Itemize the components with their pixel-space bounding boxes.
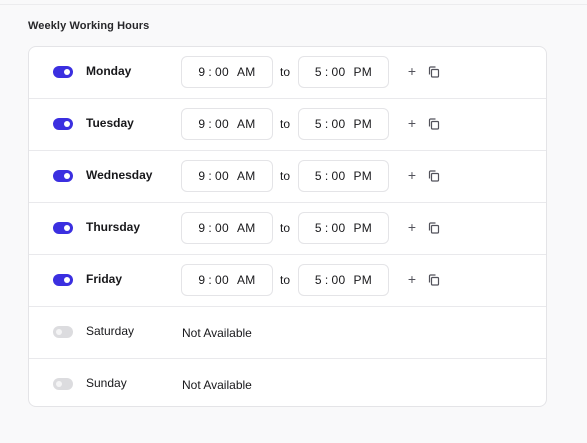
to-label: to xyxy=(280,117,291,131)
time-separator: : xyxy=(324,273,329,287)
end-hour[interactable]: 5 xyxy=(315,65,322,79)
start-minute[interactable]: 00 xyxy=(215,273,229,287)
end-time-input[interactable]: 5:00 PM xyxy=(298,264,389,296)
end-minute[interactable]: 00 xyxy=(332,117,346,131)
end-hour[interactable]: 5 xyxy=(315,117,322,131)
start-time-input[interactable]: 9:00 AM xyxy=(181,56,273,88)
to-label: to xyxy=(280,169,291,183)
toggle-knob xyxy=(64,225,70,231)
end-hour[interactable]: 5 xyxy=(315,169,322,183)
end-minute[interactable]: 00 xyxy=(332,169,346,183)
start-ampm[interactable]: AM xyxy=(237,169,256,183)
end-time-input[interactable]: 5:00 PM xyxy=(298,212,389,244)
day-label: Monday xyxy=(86,64,132,78)
start-time-input[interactable]: 9:00 AM xyxy=(181,264,273,296)
not-available-label: Not Available xyxy=(182,378,252,392)
end-minute[interactable]: 00 xyxy=(332,221,346,235)
day-toggle[interactable] xyxy=(53,66,73,78)
plus-icon[interactable]: + xyxy=(406,64,418,78)
time-separator: : xyxy=(324,117,329,131)
start-time-input[interactable]: 9:00 AM xyxy=(181,212,273,244)
start-minute[interactable]: 00 xyxy=(215,117,229,131)
end-minute[interactable]: 00 xyxy=(332,65,346,79)
end-time-input[interactable]: 5:00 PM xyxy=(298,160,389,192)
top-divider xyxy=(0,4,587,5)
start-minute[interactable]: 00 xyxy=(215,169,229,183)
copy-icon[interactable] xyxy=(428,222,440,234)
day-toggle[interactable] xyxy=(53,170,73,182)
plus-icon[interactable]: + xyxy=(406,168,418,182)
end-time-input[interactable]: 5:00 PM xyxy=(298,108,389,140)
day-label: Saturday xyxy=(86,324,135,338)
day-row-saturday: Saturday Not Available xyxy=(29,307,546,359)
day-label: Friday xyxy=(86,272,123,286)
start-hour[interactable]: 9 xyxy=(198,65,205,79)
start-hour[interactable]: 9 xyxy=(198,221,205,235)
time-separator: : xyxy=(208,169,213,183)
section-title: Weekly Working Hours xyxy=(28,20,150,32)
day-toggle[interactable] xyxy=(53,118,73,130)
start-minute[interactable]: 00 xyxy=(215,65,229,79)
plus-icon[interactable]: + xyxy=(406,272,418,286)
toggle-knob xyxy=(64,277,70,283)
day-toggle[interactable] xyxy=(53,378,73,390)
time-separator: : xyxy=(208,221,213,235)
toggle-knob xyxy=(56,381,62,387)
end-ampm[interactable]: PM xyxy=(353,169,372,183)
to-label: to xyxy=(280,273,291,287)
not-available-label: Not Available xyxy=(182,326,252,340)
day-row-sunday: Sunday Not Available xyxy=(29,359,546,406)
end-ampm[interactable]: PM xyxy=(353,273,372,287)
end-time-input[interactable]: 5:00 PM xyxy=(298,56,389,88)
start-minute[interactable]: 00 xyxy=(215,221,229,235)
time-separator: : xyxy=(208,117,213,131)
toggle-knob xyxy=(64,173,70,179)
plus-icon[interactable]: + xyxy=(406,220,418,234)
start-time-input[interactable]: 9:00 AM xyxy=(181,160,273,192)
start-time-input[interactable]: 9:00 AM xyxy=(181,108,273,140)
day-row-thursday: Thursday 9:00 AM to 5:00 PM + xyxy=(29,203,546,255)
time-separator: : xyxy=(208,65,213,79)
day-label: Wednesday xyxy=(86,168,153,182)
end-minute[interactable]: 00 xyxy=(332,273,346,287)
day-label: Thursday xyxy=(86,220,141,234)
start-ampm[interactable]: AM xyxy=(237,65,256,79)
to-label: to xyxy=(280,221,291,235)
copy-icon[interactable] xyxy=(428,170,440,182)
to-label: to xyxy=(280,65,291,79)
toggle-knob xyxy=(64,121,70,127)
end-hour[interactable]: 5 xyxy=(315,273,322,287)
end-hour[interactable]: 5 xyxy=(315,221,322,235)
copy-icon[interactable] xyxy=(428,66,440,78)
start-ampm[interactable]: AM xyxy=(237,273,256,287)
day-toggle[interactable] xyxy=(53,222,73,234)
start-hour[interactable]: 9 xyxy=(198,169,205,183)
end-ampm[interactable]: PM xyxy=(353,221,372,235)
day-row-tuesday: Tuesday 9:00 AM to 5:00 PM + xyxy=(29,99,546,151)
copy-icon[interactable] xyxy=(428,274,440,286)
day-row-friday: Friday 9:00 AM to 5:00 PM + xyxy=(29,255,546,307)
working-hours-card: Monday 9:00 AM to 5:00 PM + Tuesday 9:00 AM… xyxy=(28,46,547,407)
end-ampm[interactable]: PM xyxy=(353,117,372,131)
time-separator: : xyxy=(324,65,329,79)
copy-icon[interactable] xyxy=(428,118,440,130)
day-label: Sunday xyxy=(86,376,127,390)
time-separator: : xyxy=(208,273,213,287)
plus-icon[interactable]: + xyxy=(406,116,418,130)
toggle-knob xyxy=(64,69,70,75)
start-ampm[interactable]: AM xyxy=(237,117,256,131)
day-row-monday: Monday 9:00 AM to 5:00 PM + xyxy=(29,47,546,99)
time-separator: : xyxy=(324,169,329,183)
day-toggle[interactable] xyxy=(53,326,73,338)
toggle-knob xyxy=(56,329,62,335)
start-hour[interactable]: 9 xyxy=(198,117,205,131)
end-ampm[interactable]: PM xyxy=(353,65,372,79)
start-hour[interactable]: 9 xyxy=(198,273,205,287)
time-separator: : xyxy=(324,221,329,235)
day-row-wednesday: Wednesday 9:00 AM to 5:00 PM + xyxy=(29,151,546,203)
day-toggle[interactable] xyxy=(53,274,73,286)
start-ampm[interactable]: AM xyxy=(237,221,256,235)
day-label: Tuesday xyxy=(86,116,134,130)
